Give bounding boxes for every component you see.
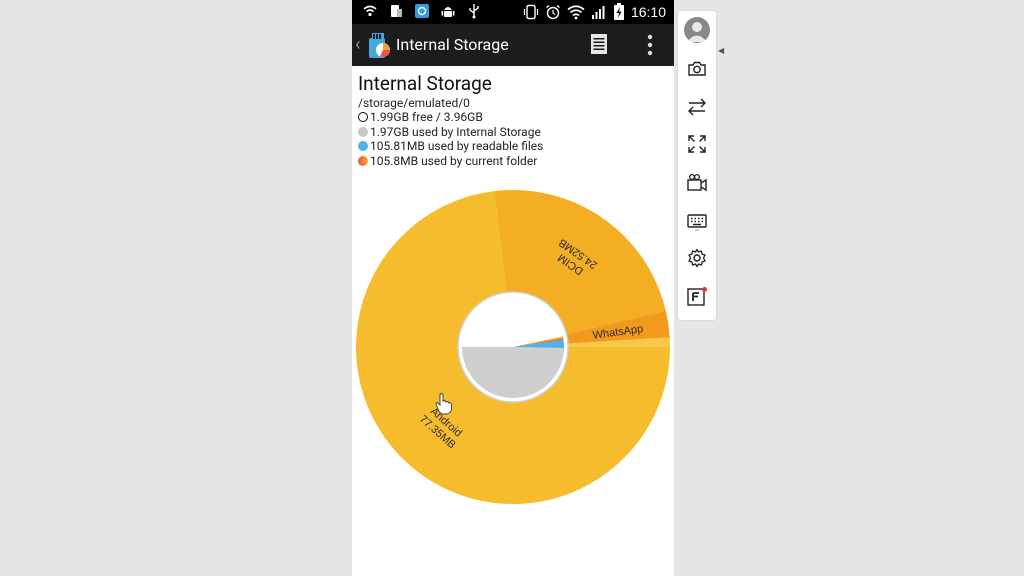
clock: 16:10 — [630, 3, 666, 20]
legend-internal-text: 1.97GB used by Internal Storage — [370, 124, 541, 139]
android-debug-icon — [441, 7, 455, 17]
overflow-menu-icon[interactable] — [640, 32, 660, 58]
action-bar: ‹ Internal Storage — [352, 24, 674, 66]
folder-dot-icon — [358, 155, 368, 166]
calendar-notification-icon — [415, 4, 429, 18]
notification-icons — [362, 3, 482, 19]
storage-content: Internal Storage /storage/emulated/0 1.9… — [352, 66, 674, 576]
wifi-icon — [567, 4, 585, 19]
keyboard-icon — [687, 214, 707, 231]
system-status-icons: 16:10 — [523, 3, 666, 20]
status-bar: 16:10 — [352, 0, 674, 24]
app-notification-icon — [391, 5, 402, 17]
action-bar-title: Internal Storage — [396, 35, 509, 54]
avatar[interactable] — [684, 17, 710, 43]
legend-free: 1.99GB free / 3.96GB — [358, 110, 543, 125]
battery-charging-icon — [613, 3, 624, 20]
cell-signal-icon — [591, 5, 605, 19]
legend-free-text: 1.99GB free / 3.96GB — [370, 110, 483, 125]
alarm-icon — [546, 4, 560, 19]
vibrate-icon — [523, 4, 539, 19]
internal-dot-icon — [358, 126, 368, 137]
legend-readable-text: 105.81MB used by readable files — [370, 139, 544, 154]
settings-icon — [688, 248, 706, 268]
f-badge-button[interactable] — [686, 286, 708, 308]
legend-readable: 105.81MB used by readable files — [358, 139, 543, 154]
swap-icon — [688, 98, 706, 116]
legend-internal: 1.97GB used by Internal Storage — [358, 125, 543, 140]
record-video-button[interactable] — [686, 172, 708, 194]
usb-icon — [469, 4, 479, 19]
fullscreen-button[interactable] — [686, 133, 708, 155]
keyboard-button[interactable] — [686, 210, 708, 232]
swap-button[interactable] — [686, 96, 708, 118]
video-camera-icon — [687, 173, 707, 192]
user-icon — [687, 22, 707, 42]
side-toolbar — [678, 11, 716, 320]
back-chevron-icon[interactable]: ‹ — [355, 34, 360, 55]
camera-icon — [688, 61, 706, 76]
legend-folder: 105.8MB used by current folder — [358, 154, 543, 169]
page-title: Internal Storage — [358, 72, 492, 95]
app-logo-icon[interactable] — [366, 30, 392, 60]
storage-legend: 1.99GB free / 3.96GB 1.97GB used by Inte… — [358, 110, 543, 168]
f-badge-icon — [687, 287, 707, 306]
legend-folder-text: 105.8MB used by current folder — [370, 153, 538, 168]
collapse-arrow-icon[interactable]: ◀ — [718, 46, 724, 55]
free-dot-icon — [358, 112, 368, 123]
phone-screen: 16:10 ‹ Internal Storage Internal Storag… — [352, 0, 674, 576]
storage-path: /storage/emulated/0 — [358, 96, 470, 110]
fullscreen-icon — [688, 135, 706, 153]
storage-pie-chart[interactable]: Android77.35MBDCIM24.52MBWhatsApp — [352, 184, 674, 514]
readable-dot-icon — [358, 141, 368, 152]
camera-button[interactable] — [686, 58, 708, 80]
wifi-signal-icon — [363, 5, 377, 17]
settings-button[interactable] — [686, 247, 708, 269]
document-icon[interactable] — [588, 33, 610, 55]
